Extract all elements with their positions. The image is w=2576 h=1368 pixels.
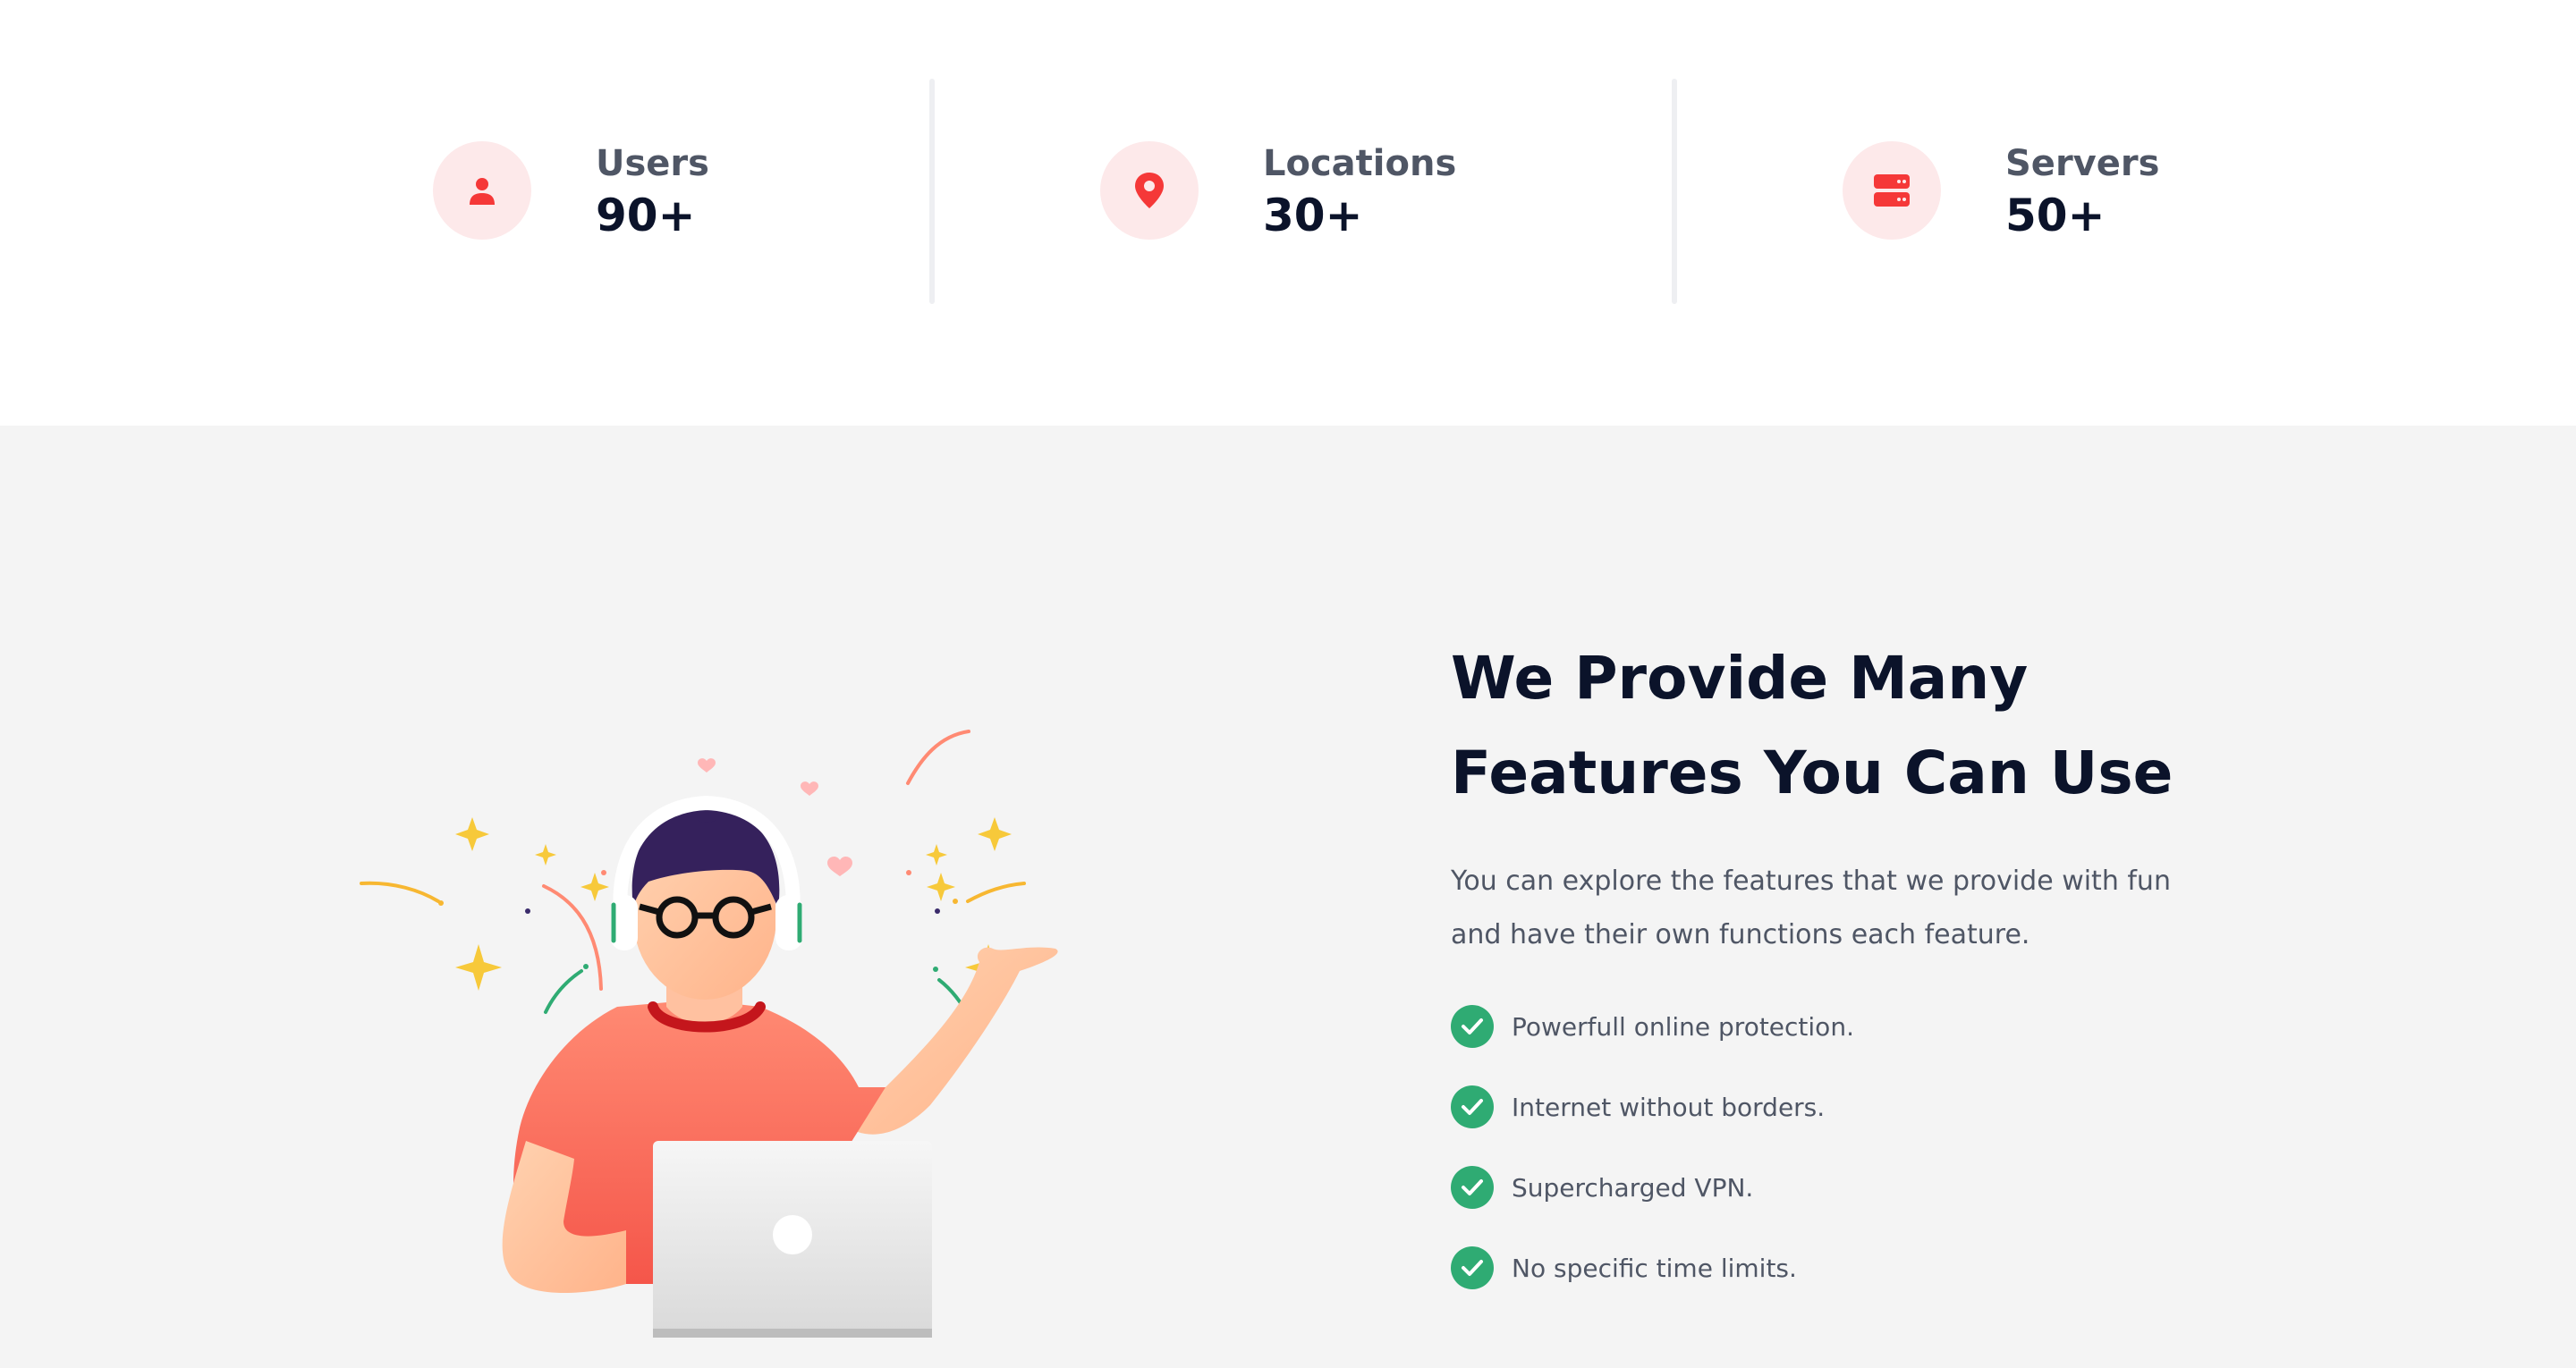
check-icon [1451,1005,1494,1048]
check-icon [1451,1246,1494,1289]
stat-label: Servers [2005,143,2160,184]
stat-divider [1672,79,1677,304]
features-title-line: Features You Can Use [1451,739,2174,807]
user-icon [470,178,495,205]
stat-label: Locations [1263,143,1457,184]
features-description-line: You can explore the features that we pro… [1451,866,2171,897]
feature-item: Supercharged VPN. [1451,1166,1753,1209]
feature-item-text: No specific time limits. [1512,1253,1797,1283]
location-pin-icon [1135,173,1164,208]
stats-section: Users 90+ Locations 30+ Servers 50+ [0,0,2576,426]
features-title: We Provide Many Features You Can Use [1451,631,2345,821]
feature-item: No specific time limits. [1451,1246,1797,1289]
stat-value: 90+ [596,190,696,241]
features-section: We Provide Many Features You Can Use You… [0,426,2576,1368]
stat-divider [929,79,935,304]
stat-icon-circle [1100,141,1199,240]
features-description: You can explore the features that we pro… [1451,855,2256,962]
stat-icon-circle [433,141,531,240]
stat-label: Users [596,143,709,184]
feature-item-text: Powerfull online protection. [1512,1011,1854,1042]
stat-value: 30+ [1263,190,1363,241]
check-icon [1451,1166,1494,1209]
feature-item: Internet without borders. [1451,1085,1825,1128]
features-description-line: and have their own functions each featur… [1451,919,2030,950]
stat-icon-circle [1843,141,1941,240]
features-title-line: We Provide Many [1451,644,2029,713]
stat-value: 50+ [2005,190,2106,241]
person-with-laptop-illustration [360,730,1058,1338]
feature-item-text: Supercharged VPN. [1512,1172,1754,1203]
feature-item: Powerfull online protection. [1451,1005,1854,1048]
check-icon [1451,1085,1494,1128]
server-icon [1874,174,1910,207]
feature-item-text: Internet without borders. [1512,1092,1826,1122]
